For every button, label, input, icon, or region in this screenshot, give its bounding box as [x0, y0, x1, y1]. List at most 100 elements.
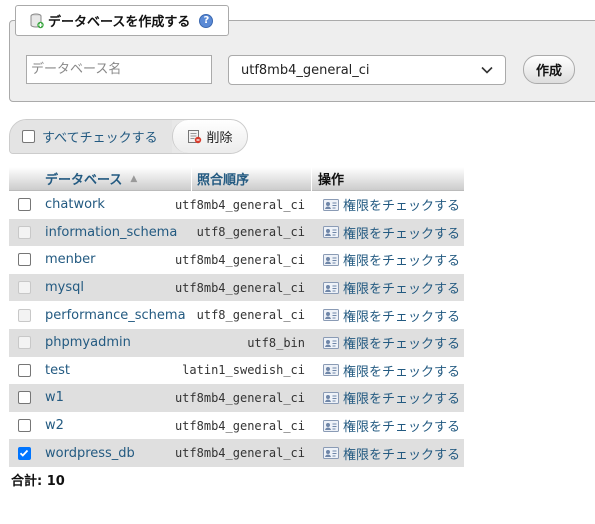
total-value: 10	[46, 474, 65, 489]
help-icon[interactable]: ?	[199, 13, 214, 28]
row-check-cell	[9, 253, 39, 267]
table-row: chatwork utf8mb4_general_ci 権限をチェックする	[9, 191, 464, 219]
row-check-cell	[9, 446, 39, 460]
check-privileges-link[interactable]: 権限をチェックする	[311, 223, 464, 242]
row-checkbox[interactable]	[17, 446, 31, 460]
header-database[interactable]: データベース ▲	[39, 167, 191, 191]
database-name-link[interactable]: wordpress_db	[39, 446, 191, 461]
check-privileges-link[interactable]: 権限をチェックする	[311, 444, 464, 463]
table-body: chatwork utf8mb4_general_ci 権限をチェックする in…	[9, 191, 464, 467]
check-privileges-label: 権限をチェックする	[343, 420, 461, 436]
privileges-icon	[323, 447, 339, 460]
row-check-cell	[9, 281, 39, 295]
table-row: phpmyadmin utf8_bin 権限をチェックする	[9, 328, 464, 357]
database-name-link[interactable]: chatwork	[39, 197, 191, 212]
collation-value: utf8_general_ci	[196, 308, 305, 323]
row-checkbox[interactable]	[17, 391, 31, 405]
check-privileges-link[interactable]: 権限をチェックする	[311, 416, 464, 435]
database-table: データベース ▲ 照合順序 操作 chatwork utf8mb4_genera…	[9, 166, 464, 467]
check-privileges-link[interactable]: 権限をチェックする	[311, 195, 464, 214]
check-privileges-link[interactable]: 権限をチェックする	[311, 361, 464, 380]
check-privileges-label: 権限をチェックする	[343, 254, 461, 270]
row-checkbox	[17, 308, 31, 322]
total-label: 合計:	[11, 474, 43, 489]
check-privileges-link[interactable]: 権限をチェックする	[311, 250, 464, 269]
check-privileges-label: 権限をチェックする	[343, 447, 461, 463]
header-check-cell	[9, 167, 39, 191]
privileges-icon	[323, 391, 339, 404]
header-action: 操作	[311, 166, 464, 191]
database-name-link[interactable]: information_schema	[39, 225, 191, 240]
row-check-cell	[9, 308, 39, 322]
check-all-toggle[interactable]: すべてチェックする	[10, 120, 172, 153]
delete-button[interactable]: 削除	[172, 120, 247, 153]
table-row: wordpress_db utf8mb4_general_ci 権限をチェックす…	[9, 439, 464, 467]
check-all-label: すべてチェックする	[42, 131, 158, 146]
collation-value: utf8mb4_general_ci	[174, 197, 305, 212]
database-name-link[interactable]: phpmyadmin	[39, 335, 191, 350]
collation-value: utf8mb4_general_ci	[174, 446, 305, 461]
table-row: w1 utf8mb4_general_ci 権限をチェックする	[9, 384, 464, 412]
database-add-icon	[30, 13, 44, 28]
row-check-cell	[9, 391, 39, 405]
privileges-icon	[323, 309, 339, 322]
privileges-icon	[323, 198, 339, 211]
database-name-link[interactable]: w1	[39, 390, 191, 405]
privileges-icon	[323, 419, 339, 432]
create-database-legend: データベースを作成する ?	[15, 5, 229, 36]
check-privileges-label: 権限をチェックする	[343, 199, 461, 215]
check-privileges-label: 権限をチェックする	[343, 337, 461, 353]
create-button[interactable]: 作成	[523, 55, 575, 84]
row-check-cell	[9, 225, 39, 239]
delete-icon	[188, 130, 202, 144]
database-name-link[interactable]: menber	[39, 252, 191, 267]
row-checkbox[interactable]	[17, 198, 31, 212]
row-checkbox	[17, 225, 31, 239]
delete-label: 削除	[206, 131, 233, 146]
table-row: mysql utf8mb4_general_ci 権限をチェックする	[9, 273, 464, 302]
privileges-icon	[323, 336, 339, 349]
table-row: information_schema utf8_general_ci 権限をチェ…	[9, 218, 464, 247]
privileges-icon	[323, 364, 339, 377]
check-privileges-label: 権限をチェックする	[343, 309, 461, 325]
table-row: performance_schema utf8_general_ci 権限をチェ…	[9, 301, 464, 329]
row-check-cell	[9, 363, 39, 377]
check-all-checkbox[interactable]	[22, 130, 35, 143]
table-row: test latin1_swedish_ci 権限をチェックする	[9, 356, 464, 385]
row-check-cell	[9, 198, 39, 212]
collation-value: utf8mb4_general_ci	[174, 280, 305, 295]
database-name-link[interactable]: performance_schema	[39, 308, 191, 323]
table-header: データベース ▲ 照合順序 操作	[9, 166, 464, 191]
database-name-input[interactable]	[26, 55, 212, 84]
check-privileges-link[interactable]: 権限をチェックする	[311, 278, 464, 297]
database-name-link[interactable]: mysql	[39, 280, 191, 295]
privileges-icon	[323, 281, 339, 294]
row-check-cell	[9, 419, 39, 433]
collation-value: utf8_general_ci	[196, 225, 305, 240]
row-checkbox	[17, 281, 31, 295]
check-privileges-link[interactable]: 権限をチェックする	[311, 388, 464, 407]
check-privileges-link[interactable]: 権限をチェックする	[311, 333, 464, 352]
check-privileges-label: 権限をチェックする	[343, 364, 461, 380]
check-privileges-link[interactable]: 権限をチェックする	[311, 306, 464, 325]
create-database-title: データベースを作成する	[48, 15, 191, 30]
privileges-icon	[323, 226, 339, 239]
collation-value: utf8mb4_general_ci	[174, 252, 305, 267]
collation-select[interactable]: utf8mb4_general_ci	[228, 55, 506, 85]
collation-value: latin1_swedish_ci	[182, 363, 305, 378]
row-check-cell	[9, 336, 39, 350]
checkmark-icon	[19, 450, 29, 457]
collation-select-value: utf8mb4_general_ci	[241, 62, 370, 78]
row-checkbox[interactable]	[17, 253, 31, 267]
row-checkbox[interactable]	[17, 419, 31, 433]
sort-asc-icon: ▲	[130, 173, 138, 184]
bulk-action-toolbar: すべてチェックする 削除	[9, 119, 248, 154]
row-checkbox[interactable]	[17, 363, 31, 377]
database-name-link[interactable]: w2	[39, 418, 191, 433]
row-checkbox	[17, 336, 31, 350]
collation-value: utf8mb4_general_ci	[174, 390, 305, 405]
database-name-link[interactable]: test	[39, 363, 191, 378]
table-row: menber utf8mb4_general_ci 権限をチェックする	[9, 246, 464, 274]
header-collation[interactable]: 照合順序	[191, 166, 311, 191]
collation-value: utf8_bin	[247, 335, 305, 350]
